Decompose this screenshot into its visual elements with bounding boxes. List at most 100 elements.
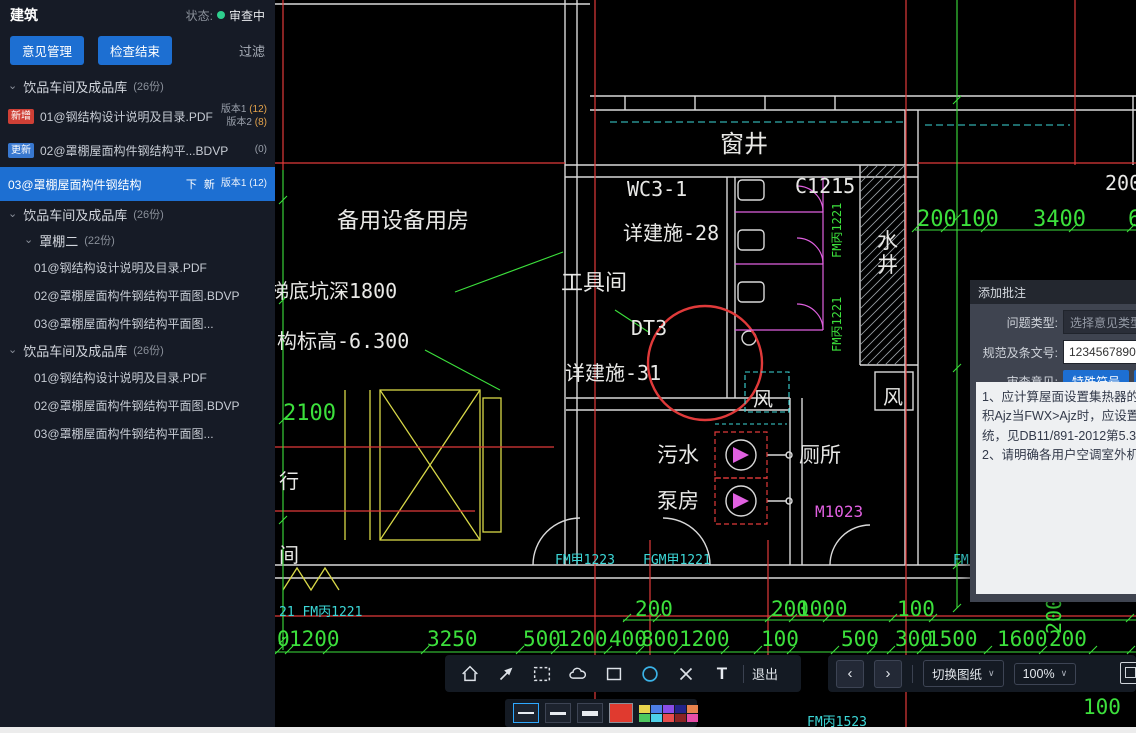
panel-title: 添加批注 [970, 280, 1136, 304]
switch-sheet-dropdown[interactable]: 切换图纸 ∨ [923, 660, 1004, 687]
issue-type-label: 问题类型: [970, 314, 1058, 331]
status-label: 状态: [186, 7, 213, 24]
color-swatch[interactable] [675, 705, 686, 713]
cad-text: 100 [897, 597, 935, 621]
cad-text: 100 [761, 627, 799, 651]
tree-file-item[interactable]: 02@罩棚屋面构件钢结构平面图.BDVP [0, 281, 275, 309]
color-swatch[interactable] [675, 714, 686, 722]
file-tree: ⌄饮品车间及成品库(26份)新增01@钢结构设计说明及目录.PDF版本1 (12… [0, 73, 275, 447]
tree-group[interactable]: ⌄罩棚二(22份) [0, 227, 275, 253]
chevron-down-icon: ⌄ [8, 345, 17, 356]
arrow-icon[interactable] [491, 659, 521, 689]
annotation-panel: 添加批注 问题类型: 选择意见类型 规范及条文号: 1234567890345 … [970, 280, 1136, 602]
cad-text: 1000 [797, 597, 848, 621]
review-comment-textarea[interactable]: 1、应计算屋面设置集热器的有 积Ajz当FWX>Ajz时，应设置 统，见DB11… [976, 382, 1136, 594]
cad-text: WC3-1 [627, 177, 687, 201]
cad-text: M1023 [815, 502, 863, 521]
status-value: 审查中 [229, 7, 265, 24]
tree-file-item[interactable]: 02@罩棚屋面构件钢结构平面图.BDVP [0, 391, 275, 419]
cad-text: 水 [877, 229, 898, 253]
style-palette [505, 699, 697, 727]
cad-text: C1215 [795, 174, 855, 198]
cad-text: FM甲1223 [555, 553, 615, 568]
opinion-manage-button[interactable]: 意见管理 [10, 36, 84, 65]
cad-text: 200 [635, 597, 673, 621]
next-sheet-button[interactable]: › [874, 660, 902, 688]
tree-file-item[interactable]: 03@罩棚屋面构件钢结构下新版本1 (12) [0, 167, 275, 201]
color-swatch[interactable] [663, 705, 674, 713]
color-swatch[interactable] [663, 714, 674, 722]
cad-text: 200 [917, 207, 957, 232]
cad-text: 梯底坑深1800 [275, 279, 397, 303]
chevron-down-icon: ∨ [1061, 668, 1068, 679]
tree-file-item[interactable]: 新增01@钢结构设计说明及目录.PDF版本1 (12)版本2 (8) [0, 99, 275, 133]
marquee-icon[interactable] [527, 659, 557, 689]
cad-text: 200 [1105, 171, 1136, 195]
zoom-dropdown[interactable]: 100% ∨ [1014, 663, 1077, 685]
color-swatch[interactable] [651, 714, 662, 722]
color-swatch[interactable] [639, 705, 650, 713]
text-tool-glyph: T [717, 665, 727, 682]
cad-text: 3250 [427, 627, 478, 651]
line-weight-medium[interactable] [545, 703, 571, 723]
cad-text: DT3 [631, 316, 667, 340]
cad-text: 窗井 [720, 130, 768, 158]
file-actions[interactable]: 下新 [186, 176, 215, 192]
cad-text: 构标高-6.300 [277, 329, 409, 353]
tree-file-item[interactable]: 01@钢结构设计说明及目录.PDF [0, 363, 275, 391]
file-badge: 新增 [8, 109, 34, 124]
tree-file-item[interactable]: 01@钢结构设计说明及目录.PDF [0, 253, 275, 281]
color-swatch[interactable] [639, 714, 650, 722]
status-dot-icon [217, 11, 225, 19]
sidebar-actions: 意见管理 检查结束 过滤 [0, 30, 275, 73]
chevron-down-icon: ⌄ [8, 81, 17, 92]
current-color-swatch[interactable] [609, 703, 633, 723]
cloud-icon[interactable] [563, 659, 593, 689]
cad-text: 200 [1042, 598, 1066, 634]
line-weight-thin[interactable] [513, 703, 539, 723]
chevron-down-icon: ∨ [988, 668, 995, 679]
filter-link[interactable]: 过滤 [239, 41, 265, 60]
tree-file-item[interactable]: 更新02@罩棚屋面构件钢结构平...BDVP(0) [0, 133, 275, 167]
tree-group[interactable]: ⌄饮品车间及成品库(26份) [0, 337, 275, 363]
bottom-strip [0, 727, 1136, 733]
tree-group[interactable]: ⌄饮品车间及成品库(26份) [0, 73, 275, 99]
version-meta: 版本1 (12) [221, 177, 267, 191]
circle-icon[interactable] [635, 659, 665, 689]
check-finish-button[interactable]: 检查结束 [98, 36, 172, 65]
color-swatch[interactable] [687, 705, 698, 713]
version-meta: (0) [255, 143, 267, 157]
cad-text: 1200 [557, 627, 608, 651]
issue-type-value: 选择意见类型 [1070, 314, 1136, 331]
cad-text: 100 [959, 207, 999, 232]
cad-text: 0 [277, 627, 290, 651]
grid-icon[interactable] [1120, 662, 1136, 684]
color-swatch[interactable] [651, 705, 662, 713]
prev-sheet-button[interactable]: ‹ [836, 660, 864, 688]
text-tool-icon[interactable]: T [707, 659, 737, 689]
line-weight-thick[interactable] [577, 703, 603, 723]
exit-button[interactable]: 退出 [752, 664, 778, 683]
color-swatch-grid [639, 705, 698, 722]
tree-file-item[interactable]: 03@罩棚屋面构件钢结构平面图... [0, 309, 275, 337]
code-input[interactable]: 1234567890345 [1063, 340, 1136, 364]
issue-type-select[interactable]: 选择意见类型 [1063, 310, 1136, 334]
app-title: 建筑 [10, 5, 38, 25]
cad-text: 21 FM丙1221 [279, 605, 362, 620]
tree-group[interactable]: ⌄饮品车间及成品库(26份) [0, 201, 275, 227]
cad-text: 行 [279, 469, 299, 493]
cad-text: 2100 [283, 401, 336, 426]
cad-text: 详建施-31 [565, 361, 661, 385]
cad-text: 厕所 [799, 443, 841, 467]
color-swatch[interactable] [687, 714, 698, 722]
close-icon[interactable] [671, 659, 701, 689]
cad-text: 1200 [289, 627, 340, 651]
tree-file-item[interactable]: 03@罩棚屋面构件钢结构平面图... [0, 419, 275, 447]
cad-text: 3400 [1033, 207, 1086, 232]
rectangle-icon[interactable] [599, 659, 629, 689]
home-icon[interactable] [455, 659, 485, 689]
chevron-down-icon: ⌄ [24, 235, 33, 246]
toolbar-divider [743, 665, 744, 683]
version-meta: 版本1 (12)版本2 (8) [221, 103, 267, 130]
chevron-down-icon: ⌄ [8, 209, 17, 220]
